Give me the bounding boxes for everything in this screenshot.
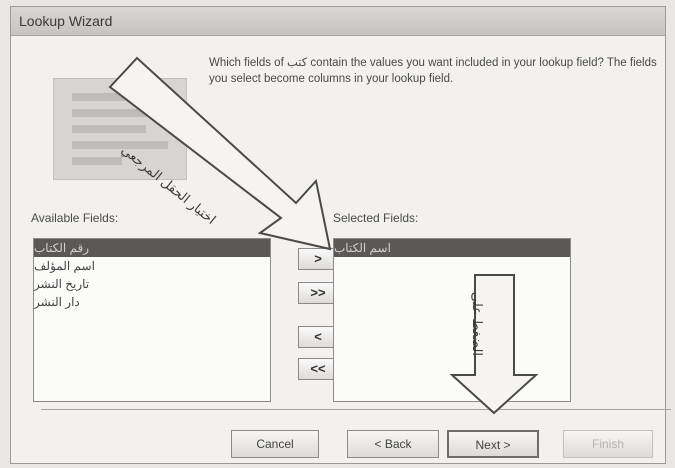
vertical-arrow-caption: الضغط على	[470, 292, 485, 356]
vertical-arrow-shape	[449, 274, 539, 415]
annotation-arrows	[108, 56, 539, 415]
